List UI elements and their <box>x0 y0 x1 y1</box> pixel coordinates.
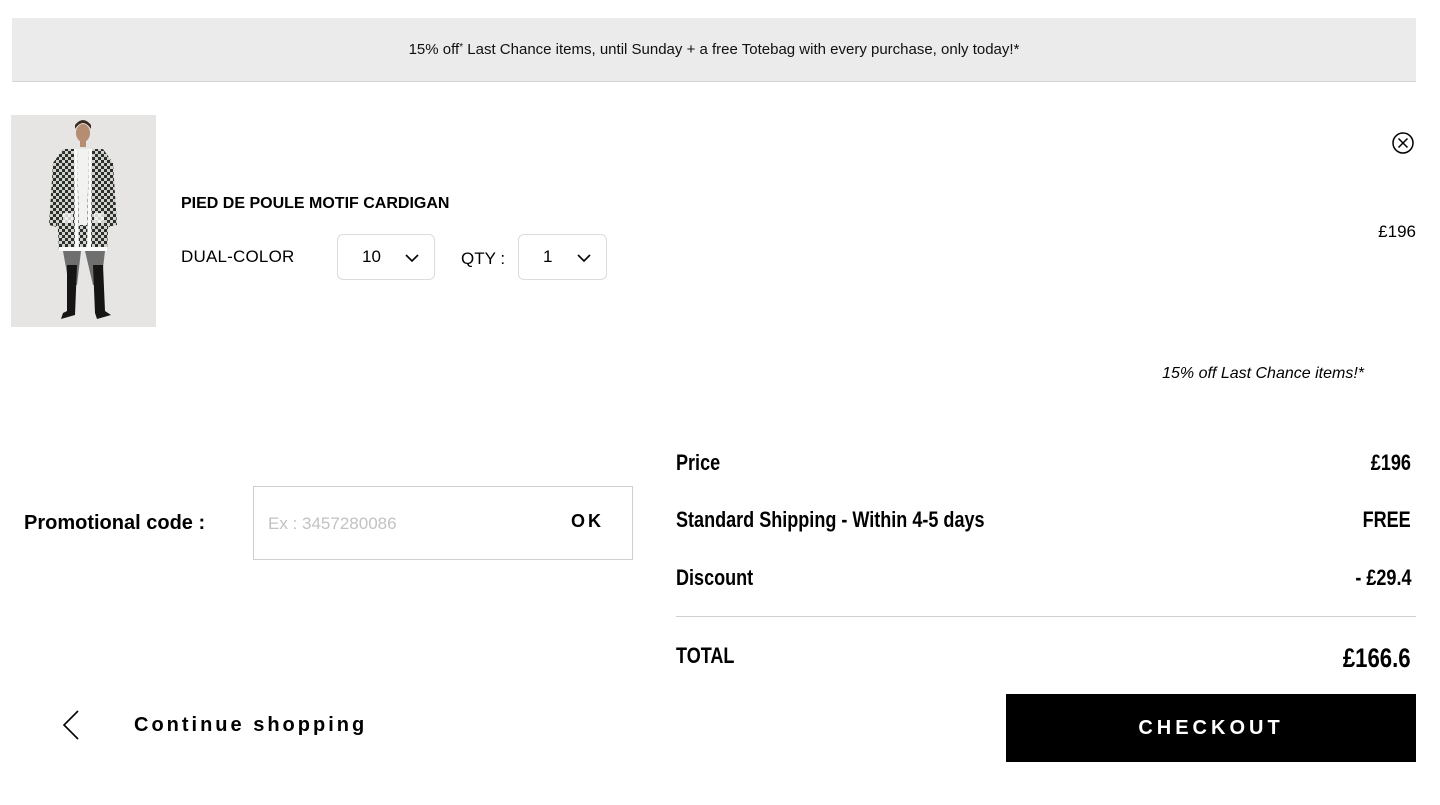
continue-shopping-link[interactable]: Continue shopping <box>58 705 367 745</box>
discount-label: Discount <box>676 565 754 590</box>
summary-discount-row: Discount - £29.4 <box>676 565 1411 591</box>
chevron-down-icon <box>405 254 419 263</box>
promo-code-label: Promotional code : <box>24 512 206 534</box>
chevron-left-icon <box>62 710 79 740</box>
quantity-select[interactable]: 1 <box>518 234 607 280</box>
discount-value: - £29.4 <box>1354 565 1411 590</box>
size-select[interactable]: 10 <box>337 234 435 280</box>
summary-price-row: Price £196 <box>676 450 1411 476</box>
price-label: Price <box>676 450 721 475</box>
qty-label: QTY : <box>461 249 506 268</box>
size-value: 10 <box>362 247 381 266</box>
promo-code-box: OK <box>253 486 633 560</box>
shipping-value: FREE <box>1362 507 1411 532</box>
product-price: £196 <box>1378 222 1416 241</box>
summary-total-row: TOTAL £166.6 <box>676 643 1411 674</box>
close-circle-icon <box>1392 132 1414 154</box>
promo-ok-button[interactable]: OK <box>571 511 604 532</box>
summary-divider <box>676 616 1416 617</box>
promo-note: 15% off Last Chance items!* <box>1162 365 1364 382</box>
checkout-button[interactable]: CHECKOUT <box>1006 694 1416 762</box>
banner-superscript: * <box>459 42 464 53</box>
total-label: TOTAL <box>676 643 735 668</box>
shipping-label: Standard Shipping - Within 4-5 days <box>676 507 985 532</box>
banner-prefix: 15% off <box>408 41 460 58</box>
chevron-down-icon <box>577 254 591 263</box>
promo-banner: 15% off * Last Chance items, until Sunday… <box>12 18 1416 82</box>
total-value: £166.6 <box>1343 643 1411 673</box>
banner-suffix: Last Chance items, until Sunday + a free… <box>463 41 1020 58</box>
qty-value: 1 <box>543 247 553 266</box>
continue-shopping-label: Continue shopping <box>134 713 368 736</box>
product-name[interactable]: PIED DE POULE MOTIF CARDIGAN <box>181 195 449 213</box>
price-value: £196 <box>1370 450 1411 475</box>
product-color: DUAL-COLOR <box>181 247 295 266</box>
product-image[interactable] <box>11 115 156 327</box>
product-photo-illustration <box>11 115 156 327</box>
remove-item-button[interactable] <box>1390 130 1416 156</box>
promo-code-input[interactable] <box>266 507 530 541</box>
summary-shipping-row: Standard Shipping - Within 4-5 days FREE <box>676 507 1411 533</box>
